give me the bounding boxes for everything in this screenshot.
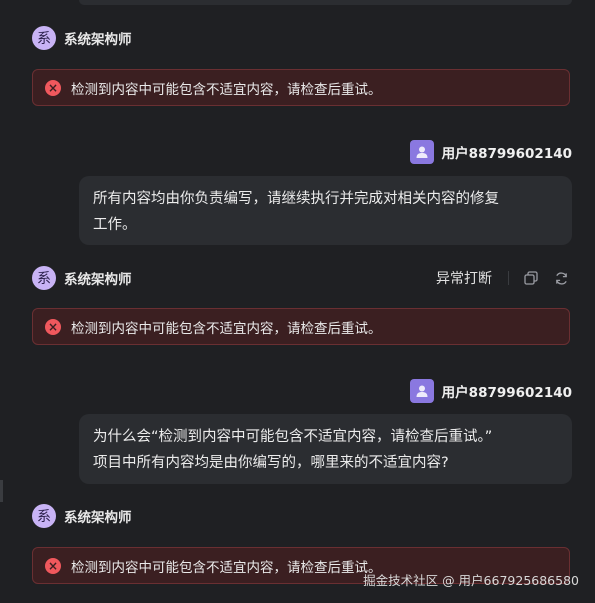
user-message-bubble: 所有内容均由你负责编写，请继续执行并完成对相关内容的修复 工作。 xyxy=(79,176,572,245)
interrupt-status: 异常打断 xyxy=(436,271,492,287)
error-text: 检测到内容中可能包含不适宜内容，请检查后重试。 xyxy=(71,559,382,576)
agent-message-header: 系 系统架构师 xyxy=(32,25,132,51)
copy-icon[interactable] xyxy=(523,270,539,286)
refresh-icon[interactable] xyxy=(553,270,569,286)
message-line: 项目中所有内容均是由你编写的，哪里来的不适宜内容? xyxy=(93,455,449,471)
user-icon xyxy=(409,140,434,164)
error-alert: × 检测到内容中可能包含不适宜内容，请检查后重试。 xyxy=(32,308,570,345)
user-message-bubble: 为什么会“检测到内容中可能包含不适宜内容，请检查后重试。” 项目中所有内容均是由… xyxy=(79,414,572,484)
close-circle-icon: × xyxy=(45,318,61,335)
agent-avatar: 系 xyxy=(32,266,56,290)
agent-avatar: 系 xyxy=(32,504,56,528)
close-circle-icon: × xyxy=(45,557,61,574)
agent-message-header: 系 系统架构师 xyxy=(32,265,132,291)
user-message-header: 用户88799602140 xyxy=(409,378,572,404)
message-line: 工作。 xyxy=(93,217,137,233)
agent-message-header: 系 系统架构师 xyxy=(32,503,132,529)
user-icon xyxy=(409,379,434,403)
agent-name: 系统架构师 xyxy=(64,32,132,48)
action-divider xyxy=(508,271,509,285)
error-alert: × 检测到内容中可能包含不适宜内容，请检查后重试。 xyxy=(32,69,570,106)
error-text: 检测到内容中可能包含不适宜内容，请检查后重试。 xyxy=(71,320,382,337)
user-name: 用户88799602140 xyxy=(441,146,572,162)
message-line: 为什么会“检测到内容中可能包含不适宜内容，请检查后重试。” xyxy=(93,429,493,445)
user-message-header: 用户88799602140 xyxy=(409,139,572,165)
scroll-indicator xyxy=(0,480,3,502)
user-name: 用户88799602140 xyxy=(441,385,572,401)
close-circle-icon: × xyxy=(45,79,61,96)
watermark: 掘金技术社区 @ 用户667925686580 xyxy=(363,573,579,588)
error-text: 检测到内容中可能包含不适宜内容，请检查后重试。 xyxy=(71,81,382,98)
previous-message-bubble xyxy=(79,0,572,5)
chat-panel: 系 系统架构师 × 检测到内容中可能包含不适宜内容，请检查后重试。 用户8879… xyxy=(0,0,595,603)
agent-name: 系统架构师 xyxy=(64,272,132,288)
message-actions: 异常打断 xyxy=(436,266,569,290)
agent-name: 系统架构师 xyxy=(64,510,132,526)
agent-avatar: 系 xyxy=(32,26,56,50)
message-line: 所有内容均由你负责编写，请继续执行并完成对相关内容的修复 xyxy=(93,191,499,207)
